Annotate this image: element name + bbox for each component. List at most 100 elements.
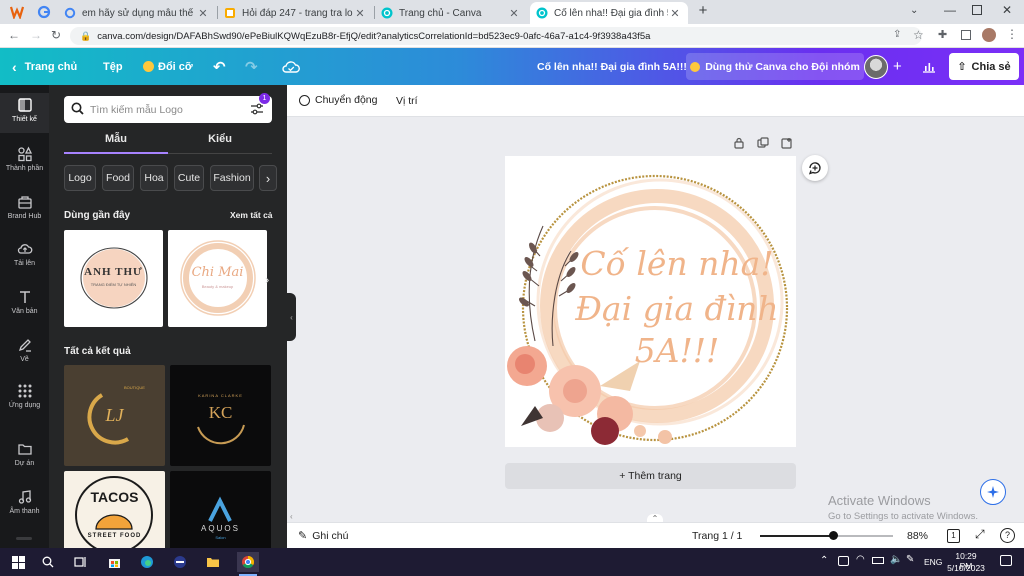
- see-all-link[interactable]: Xem tất cả: [230, 210, 273, 220]
- search-icon[interactable]: [38, 552, 58, 572]
- rail-item-upload[interactable]: Tải lên: [0, 237, 49, 277]
- chip-hoa[interactable]: Hoa: [140, 165, 168, 191]
- tray-chevron-icon[interactable]: ⌃: [820, 555, 828, 566]
- pen-icon[interactable]: ✎: [906, 554, 914, 565]
- language-indicator[interactable]: ENG: [924, 557, 942, 567]
- magic-assistant-button[interactable]: [980, 479, 1006, 505]
- close-tab-icon[interactable]: ✕: [196, 7, 210, 20]
- page-indicator[interactable]: Trang 1 / 1: [692, 530, 742, 542]
- notes-button[interactable]: ✎ Ghi chú: [298, 529, 348, 543]
- lock-page-icon[interactable]: [733, 137, 745, 149]
- share-page-icon[interactable]: ⇪: [893, 29, 901, 40]
- sidepanel-icon[interactable]: [961, 30, 971, 40]
- zoom-slider-thumb[interactable]: [829, 531, 839, 540]
- back-icon[interactable]: ←: [8, 28, 20, 42]
- insights-chart-icon[interactable]: [922, 48, 936, 85]
- profile-avatar[interactable]: [982, 28, 996, 42]
- scroll-left-icon[interactable]: ‹: [290, 512, 293, 521]
- zoom-value[interactable]: 88%: [907, 530, 928, 542]
- chrome-icon[interactable]: [237, 552, 259, 572]
- help-button[interactable]: ?: [1000, 528, 1015, 543]
- add-page-icon[interactable]: [781, 137, 793, 149]
- try-teams-button[interactable]: Dùng thử Canva cho Đội nhóm: [686, 53, 864, 80]
- rail-item-elements[interactable]: Thành phần: [0, 142, 49, 182]
- store-icon[interactable]: [104, 552, 124, 572]
- document-title[interactable]: Cố lên nha!! Đại gia đình 5A!!!: [537, 48, 687, 85]
- battery-icon[interactable]: [872, 557, 884, 564]
- comment-button[interactable]: [802, 155, 828, 181]
- add-page-button[interactable]: + Thêm trang: [505, 463, 796, 489]
- maximize-button[interactable]: [972, 5, 982, 15]
- volume-icon[interactable]: 🔈: [890, 554, 902, 565]
- animate-button[interactable]: Chuyển động: [299, 94, 377, 106]
- task-view-icon[interactable]: [70, 552, 90, 572]
- close-window-button[interactable]: ✕: [1002, 3, 1012, 17]
- rail-item-brand-hub[interactable]: Brand Hub: [0, 190, 49, 230]
- duplicate-page-icon[interactable]: [757, 137, 769, 149]
- result-template-kc[interactable]: KC KARINA CLARKE: [170, 365, 271, 466]
- chip-food[interactable]: Food: [102, 165, 134, 191]
- tab-styles[interactable]: Kiểu: [168, 133, 272, 155]
- close-tab-icon[interactable]: ✕: [507, 7, 521, 20]
- bookmark-star-icon[interactable]: ☆: [913, 28, 924, 42]
- fullscreen-icon[interactable]: ⤢: [975, 527, 985, 542]
- rail-item-apps[interactable]: Ứng dụng: [0, 379, 49, 419]
- file-menu-button[interactable]: Tệp: [103, 48, 123, 85]
- menu-dots-icon[interactable]: ⋮: [1006, 27, 1018, 41]
- rail-item-audio[interactable]: Âm thanh: [0, 485, 49, 525]
- notification-icon[interactable]: [1000, 555, 1012, 566]
- chip-logo[interactable]: Logo: [64, 165, 96, 191]
- clock-date[interactable]: 5/10/2023: [946, 563, 986, 573]
- reload-icon[interactable]: ↻: [51, 28, 61, 42]
- rail-item-draw[interactable]: Vẽ: [0, 333, 49, 373]
- redo-icon[interactable]: ↷: [245, 48, 258, 85]
- url-input[interactable]: 🔒 canva.com/design/DAFABhSwd90/ePeBiulKQ…: [70, 27, 922, 45]
- app-dark-icon[interactable]: [170, 552, 190, 572]
- page-count-button[interactable]: 1: [947, 529, 960, 543]
- position-button[interactable]: Vị trí: [396, 95, 418, 107]
- cloud-save-icon[interactable]: [282, 48, 300, 85]
- undo-icon[interactable]: ↶: [213, 48, 226, 85]
- design-page[interactable]: Cố lên nha! Đại gia đình 5A!!!: [505, 156, 796, 447]
- rail-item-text[interactable]: Văn bản: [0, 285, 49, 325]
- design-text-line2[interactable]: Đại gia đình: [567, 289, 787, 328]
- search-input[interactable]: Tìm kiếm mẫu Logo 1: [64, 93, 272, 123]
- close-tab-icon[interactable]: ✕: [668, 7, 682, 20]
- result-template-tacos[interactable]: TACOS STREET FOOD: [64, 471, 165, 548]
- tray-app-icon[interactable]: [838, 556, 849, 566]
- minimize-button[interactable]: —: [944, 3, 956, 17]
- file-explorer-icon[interactable]: [203, 552, 223, 572]
- new-tab-button[interactable]: +: [695, 2, 711, 22]
- chip-cute[interactable]: Cute: [174, 165, 204, 191]
- home-button[interactable]: ‹ Trang chủ: [12, 48, 77, 85]
- browser-tab[interactable]: Hỏi đáp 247 - trang tra loi ✕: [218, 2, 373, 24]
- collapse-panel-handle[interactable]: ‹: [287, 293, 296, 341]
- wifi-icon[interactable]: ◠: [856, 554, 865, 565]
- tab-search-icon[interactable]: ⌄: [910, 5, 918, 16]
- filter-icon[interactable]: [250, 103, 264, 115]
- rail-item-projects[interactable]: Dự án: [0, 437, 49, 477]
- chips-next-button[interactable]: ›: [259, 165, 277, 191]
- resize-button[interactable]: Đổi cỡ: [143, 48, 193, 85]
- design-text-line3[interactable]: 5A!!!: [567, 331, 787, 370]
- chip-fashion[interactable]: Fashion: [210, 165, 254, 191]
- rail-item-design[interactable]: Thiết kế: [0, 93, 49, 133]
- browser-tab-active[interactable]: Cố lên nha!! Đại gia đình 5A!!! - C ✕: [530, 2, 688, 24]
- browser-tab[interactable]: em hãy sử dụng mẫu thể hiện cả ✕: [58, 2, 216, 24]
- edge-icon[interactable]: [137, 552, 157, 572]
- forward-icon[interactable]: →: [30, 28, 42, 42]
- result-template-aquos[interactable]: AQUOS Salon: [170, 471, 271, 548]
- recent-template-anh-thu[interactable]: ANH THƯ TRANG ĐIỂM TỰ NHIÊN: [64, 230, 163, 327]
- windows-start-icon[interactable]: [8, 552, 28, 572]
- browser-tab[interactable]: Trang chủ - Canva ✕: [375, 2, 527, 24]
- design-text-line1[interactable]: Cố lên nha!: [567, 244, 787, 283]
- rail-item-label: Dự án: [14, 460, 35, 467]
- share-button[interactable]: ⇧ Chia sẻ: [949, 53, 1019, 80]
- extensions-icon[interactable]: ✚: [938, 28, 947, 41]
- close-tab-icon[interactable]: ✕: [353, 7, 367, 20]
- user-avatar[interactable]: [864, 55, 888, 79]
- recent-template-chi-mai[interactable]: Chi Mai Beauty & makeup: [168, 230, 267, 327]
- result-template-lj[interactable]: LJ BOUTIQUE: [64, 365, 165, 466]
- recent-next-button[interactable]: ›: [265, 272, 269, 287]
- add-collaborator-button[interactable]: +: [893, 48, 902, 85]
